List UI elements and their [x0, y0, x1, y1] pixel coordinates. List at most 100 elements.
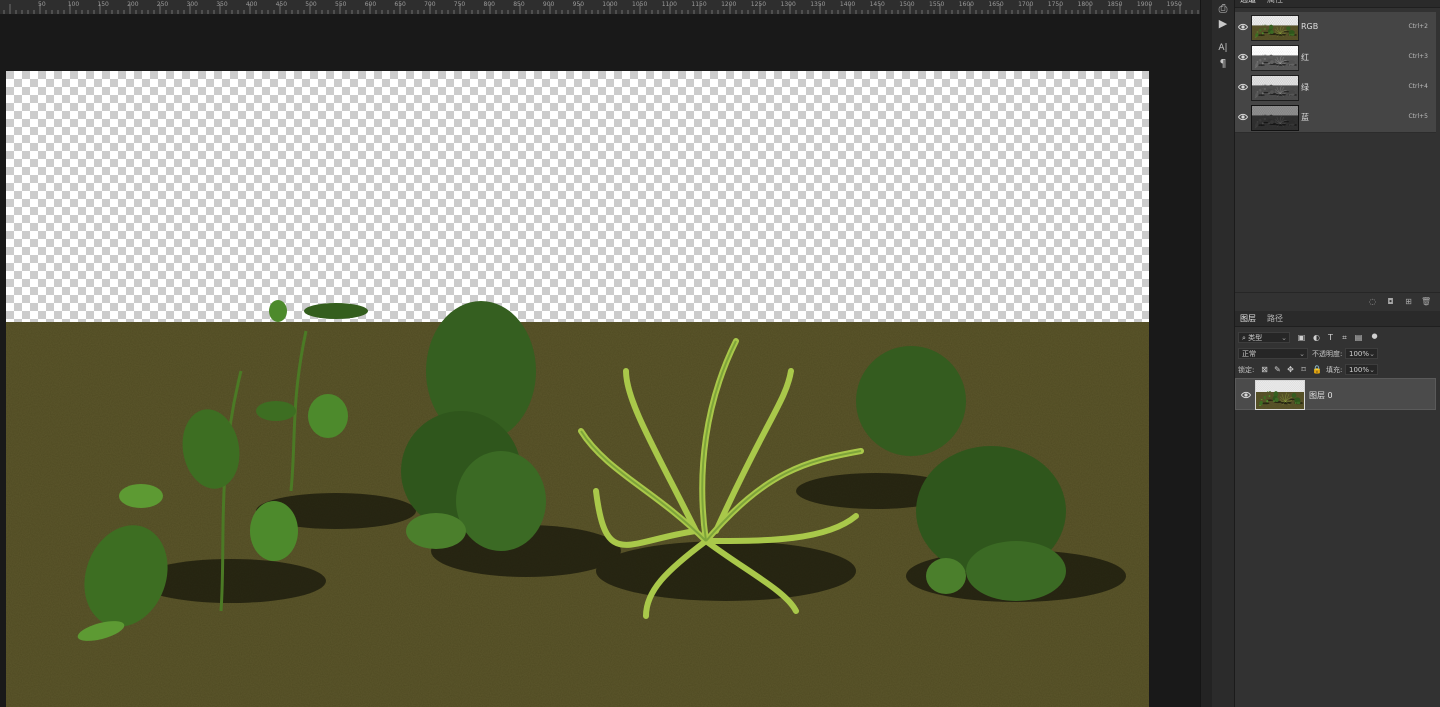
channel-thumbnail — [1251, 15, 1299, 41]
layer-row[interactable]: 图层 0 — [1235, 378, 1436, 410]
ruler-label: 1700 — [1018, 1, 1034, 8]
eye-icon[interactable] — [1241, 390, 1251, 400]
channels-tab-row: 通道 属性 — [1235, 0, 1440, 8]
document-workspace[interactable] — [0, 15, 1200, 707]
channel-shortcut: Ctrl+3 — [1408, 53, 1428, 60]
ruler-label: 1900 — [1136, 1, 1153, 8]
channel-name: 绿 — [1301, 83, 1309, 92]
filter-toggle-icon[interactable]: ● — [1370, 332, 1379, 341]
channel-name: RGB — [1301, 22, 1319, 31]
canvas-image[interactable] — [6, 71, 1149, 707]
ruler-label: 50 — [38, 1, 46, 8]
ruler-label: 650 — [394, 1, 406, 8]
ruler-label: 1650 — [988, 1, 1004, 8]
ruler-label: 250 — [156, 1, 169, 8]
channel-row[interactable]: RGB Ctrl+2 — [1235, 12, 1436, 43]
ruler-label: 1400 — [839, 1, 856, 8]
adjustment-filter-icon[interactable]: ◐ — [1312, 333, 1321, 342]
smart-object-filter-icon[interactable]: ▤ — [1354, 333, 1363, 342]
layer-name[interactable]: 图层 0 — [1309, 390, 1333, 401]
ruler-label: 450 — [275, 1, 288, 8]
opacity-label: 不透明度: — [1312, 350, 1343, 358]
channel-thumbnail — [1251, 75, 1299, 101]
ruler-label: 500 — [305, 1, 317, 8]
blend-mode-value: 正常 — [1242, 350, 1256, 358]
eye-icon[interactable] — [1238, 82, 1248, 92]
lock-move-icon[interactable]: ✥ — [1286, 365, 1295, 374]
horizontal-ruler: 50 100 150 200 250 300 350 400 450 500 550 600 650 70… — [0, 0, 1200, 15]
ruler-label: 350 — [216, 1, 228, 8]
image-filter-icon[interactable]: ▣ — [1297, 333, 1306, 342]
channel-thumbnail — [1251, 45, 1299, 71]
fill-value: 100% — [1349, 366, 1370, 374]
eye-icon[interactable] — [1238, 22, 1248, 32]
save-selection-icon[interactable]: ◘ — [1386, 297, 1395, 306]
search-icon: ⌕ — [1242, 334, 1246, 342]
ruler-label: 300 — [186, 1, 198, 8]
channels-footer: ◌ ◘ ⊞ 🗑 — [1235, 292, 1440, 311]
ruler-label: 1050 — [632, 1, 648, 8]
blend-mode-select[interactable]: 正常 ⌄ — [1238, 348, 1308, 359]
chevron-down-icon: ⌄ — [1369, 366, 1375, 374]
tab-channels[interactable]: 通道 — [1240, 0, 1256, 5]
channel-name: 红 — [1301, 53, 1309, 62]
layer-filter-kind-select[interactable]: ⌕ 类型 ⌄ — [1238, 332, 1290, 343]
delete-channel-icon[interactable]: 🗑 — [1421, 297, 1431, 306]
eye-icon[interactable] — [1238, 112, 1248, 122]
ruler-label: 850 — [513, 1, 525, 8]
channel-row[interactable]: 红 Ctrl+3 — [1235, 42, 1436, 73]
panel-icon-strip: ⎙ ▶ A| ¶ — [1212, 0, 1235, 707]
fill-input[interactable]: 100% ⌄ — [1345, 364, 1378, 375]
filter-kind-label: 类型 — [1248, 334, 1263, 342]
lock-label: 锁定: — [1238, 366, 1255, 374]
ruler-label: 800 — [483, 1, 495, 8]
tab-layers[interactable]: 图层 — [1240, 313, 1256, 324]
ruler-label: 1750 — [1047, 1, 1064, 8]
ruler-label: 200 — [127, 1, 139, 8]
fill-label: 填充: — [1326, 366, 1343, 374]
paragraph-icon[interactable]: ¶ — [1216, 57, 1230, 71]
history-icon[interactable]: ⎙ — [1216, 2, 1230, 16]
ruler-label: 1550 — [929, 1, 945, 8]
ruler-label: 1100 — [661, 1, 677, 8]
chevron-down-icon: ⌄ — [1369, 350, 1375, 358]
ruler-label: 1000 — [602, 1, 618, 8]
ruler-label: 400 — [245, 1, 258, 8]
new-channel-icon[interactable]: ⊞ — [1404, 297, 1413, 306]
lock-all-icon[interactable]: 🔒 — [1312, 365, 1322, 374]
layers-tab-row: 图层 路径 — [1235, 311, 1440, 327]
right-panels: 通道 属性 RGB Ctrl+2 红 Ctrl+3 绿 Ctrl+4 — [1235, 0, 1440, 707]
ruler-label: 1600 — [958, 1, 974, 8]
ruler-label: 1300 — [780, 1, 796, 8]
lock-artboard-icon[interactable]: ⌑ — [1299, 365, 1308, 374]
ruler-label: 700 — [424, 1, 436, 8]
eye-icon[interactable] — [1238, 52, 1248, 62]
load-selection-icon[interactable]: ◌ — [1368, 297, 1377, 306]
ruler-label: 1500 — [899, 1, 915, 8]
ruler-label: 1450 — [869, 1, 885, 8]
ruler-label: 750 — [453, 1, 466, 8]
lock-transparent-icon[interactable]: ⊠ — [1260, 365, 1269, 374]
channel-row[interactable]: 绿 Ctrl+4 — [1235, 72, 1436, 103]
lock-paint-icon[interactable]: ✎ — [1273, 365, 1282, 374]
opacity-value: 100% — [1349, 350, 1370, 358]
play-icon[interactable]: ▶ — [1216, 17, 1230, 31]
ruler-label: 1350 — [810, 1, 826, 8]
text-filter-icon[interactable]: T — [1326, 333, 1335, 342]
ruler-label: 1150 — [691, 1, 707, 8]
shape-filter-icon[interactable]: ⌗ — [1340, 333, 1349, 342]
ruler-label: 1850 — [1107, 1, 1123, 8]
channel-name: 蓝 — [1301, 113, 1309, 122]
chevron-down-icon: ⌄ — [1281, 334, 1287, 342]
channel-shortcut: Ctrl+5 — [1408, 113, 1428, 120]
tab-properties[interactable]: 属性 — [1267, 0, 1283, 5]
channel-row[interactable]: 蓝 Ctrl+5 — [1235, 102, 1436, 133]
ruler-label: 150 — [97, 1, 109, 8]
tab-paths[interactable]: 路径 — [1267, 313, 1283, 324]
document-canvas[interactable] — [6, 71, 1149, 707]
ruler-label: 100 — [67, 1, 80, 8]
ruler-label: 1800 — [1077, 1, 1093, 8]
character-icon[interactable]: A| — [1216, 41, 1230, 55]
opacity-input[interactable]: 100% ⌄ — [1345, 348, 1378, 359]
layer-thumbnail[interactable] — [1255, 380, 1305, 410]
